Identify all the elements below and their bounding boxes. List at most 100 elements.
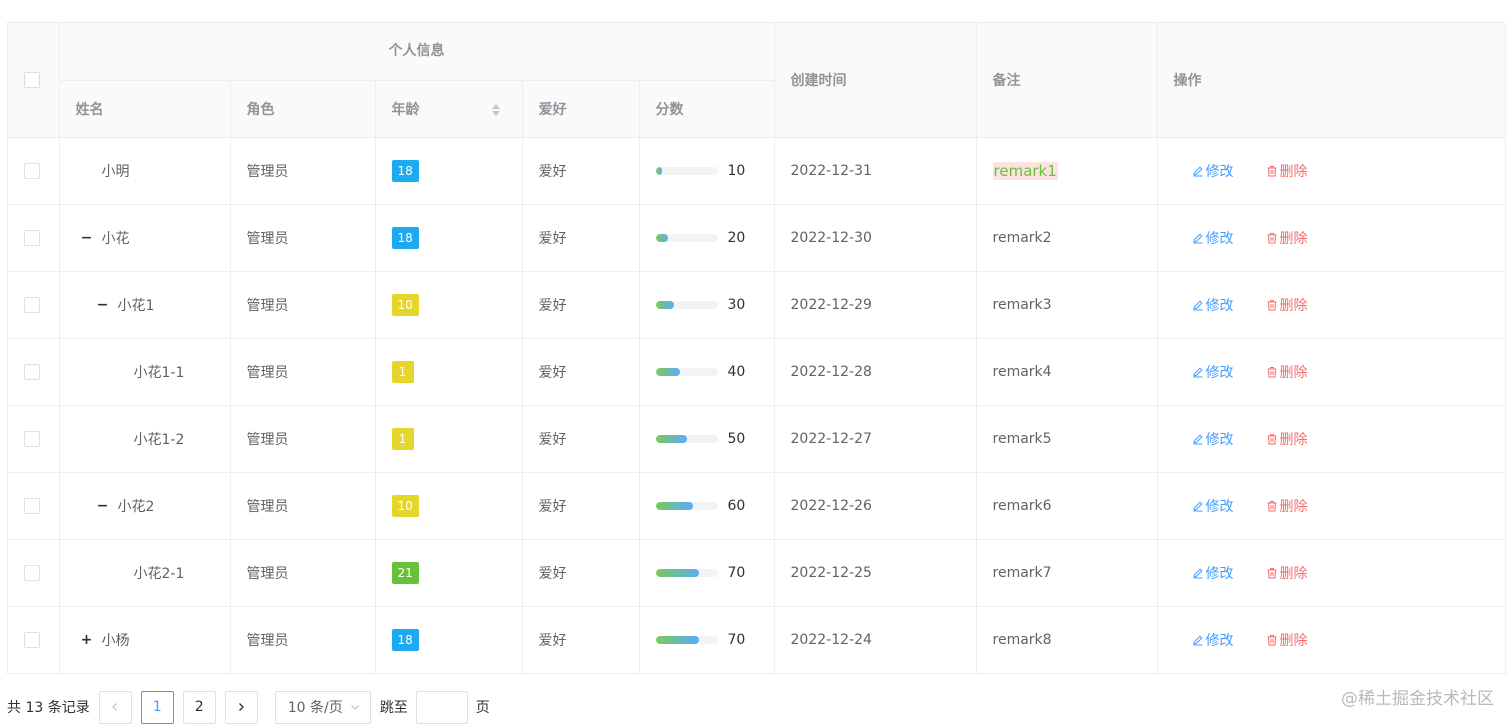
expand-icon[interactable]: + <box>80 632 94 648</box>
edit-button[interactable]: 修改 <box>1192 630 1234 650</box>
created-time-cell: 2022-12-30 <box>774 204 977 272</box>
delete-label: 删除 <box>1279 498 1308 515</box>
collapse-icon[interactable]: − <box>96 297 110 313</box>
row-checkbox[interactable] <box>24 296 40 313</box>
name-text: 小花1-2 <box>133 431 185 448</box>
table-row[interactable]: − 小花2 管理员 10 爱好 60 2022-12-26 remark6 修改 删除 <box>8 472 1506 540</box>
row-checkbox[interactable] <box>24 430 40 447</box>
age-cell: 1 <box>375 405 523 473</box>
remark-cell: remark5 <box>976 405 1158 473</box>
delete-button[interactable]: 删除 <box>1266 496 1308 516</box>
edit-button[interactable]: 修改 <box>1192 161 1234 181</box>
hobby-cell: 爱好 <box>522 271 640 339</box>
edit-button[interactable]: 修改 <box>1192 429 1234 449</box>
row-checkbox[interactable] <box>24 564 40 581</box>
delete-label: 删除 <box>1279 565 1308 582</box>
header-remark: 备注 <box>976 23 1158 138</box>
header-age-label: 年龄 <box>391 101 420 118</box>
header-group-personal-info: 个人信息 <box>59 23 775 81</box>
score-progress-fill <box>655 233 668 242</box>
name-cell: 小花1-1 <box>59 338 231 406</box>
next-page-button[interactable] <box>224 690 258 724</box>
sort-caret-icon[interactable] <box>491 103 500 116</box>
remark-text: remark2 <box>992 229 1052 246</box>
score-progress-fill <box>655 166 662 175</box>
header-select-all[interactable] <box>8 23 60 138</box>
prev-page-button[interactable] <box>98 690 132 724</box>
edit-button[interactable]: 修改 <box>1192 362 1234 382</box>
remark-text: remark1 <box>992 161 1058 180</box>
row-checkbox[interactable] <box>24 162 40 179</box>
delete-label: 删除 <box>1279 632 1308 649</box>
remark-cell: remark6 <box>976 472 1158 540</box>
delete-label: 删除 <box>1279 230 1308 247</box>
row-checkbox[interactable] <box>24 229 40 246</box>
remark-text: remark8 <box>992 631 1052 648</box>
hobby-cell: 爱好 <box>522 472 640 540</box>
row-select-cell <box>8 472 60 540</box>
score-progress-fill <box>655 300 675 309</box>
table-row[interactable]: 小花1-2 管理员 1 爱好 50 2022-12-27 remark5 修改 删除 <box>8 405 1506 473</box>
delete-button[interactable]: 删除 <box>1266 362 1308 382</box>
delete-button[interactable]: 删除 <box>1266 429 1308 449</box>
trash-icon <box>1267 500 1277 511</box>
table-header: 个人信息 创建时间 备注 操作 姓名 角色 年龄 爱好 分数 <box>8 23 1506 138</box>
edit-label: 修改 <box>1205 230 1234 247</box>
created-time-cell: 2022-12-29 <box>774 271 977 339</box>
table-row[interactable]: − 小花1 管理员 10 爱好 30 2022-12-29 remark3 修改 删除 <box>8 271 1506 339</box>
age-tag: 18 <box>391 226 419 249</box>
header-age[interactable]: 年龄 <box>375 80 523 138</box>
page-2-button[interactable]: 2 <box>182 690 216 724</box>
age-tag: 18 <box>391 628 419 651</box>
row-checkbox[interactable] <box>24 497 40 514</box>
age-cell: 1 <box>375 338 523 406</box>
edit-button[interactable]: 修改 <box>1192 563 1234 583</box>
name-text: 小明 <box>101 163 130 180</box>
jump-suffix: 页 <box>475 700 490 716</box>
edit-button[interactable]: 修改 <box>1192 496 1234 516</box>
age-cell: 21 <box>375 539 523 607</box>
created-time-cell: 2022-12-31 <box>774 137 977 205</box>
edit-button[interactable]: 修改 <box>1192 295 1234 315</box>
remark-cell: remark7 <box>976 539 1158 607</box>
age-tag: 1 <box>391 360 414 383</box>
row-checkbox[interactable] <box>24 631 40 648</box>
delete-button[interactable]: 删除 <box>1266 228 1308 248</box>
hobby-cell: 爱好 <box>522 338 640 406</box>
table-row[interactable]: 小花2-1 管理员 21 爱好 70 2022-12-25 remark7 修改 删除 <box>8 539 1506 607</box>
edit-icon <box>1192 500 1203 511</box>
remark-cell: remark3 <box>976 271 1158 339</box>
edit-icon <box>1192 232 1203 243</box>
edit-button[interactable]: 修改 <box>1192 228 1234 248</box>
name-cell: 小明 <box>59 137 231 205</box>
score-progress-bar <box>655 434 718 443</box>
score-cell: 60 <box>639 472 775 540</box>
name-cell: 小花1-2 <box>59 405 231 473</box>
delete-button[interactable]: 删除 <box>1266 630 1308 650</box>
score-progress-bar <box>655 166 718 175</box>
select-all-checkbox[interactable] <box>24 71 40 88</box>
table-row[interactable]: + 小杨 管理员 18 爱好 70 2022-12-24 remark8 修改 删除 <box>8 606 1506 674</box>
row-checkbox[interactable] <box>24 363 40 380</box>
table-row[interactable]: 小明 管理员 18 爱好 10 2022-12-31 remark1 修改 删除 <box>8 137 1506 205</box>
delete-button[interactable]: 删除 <box>1266 563 1308 583</box>
delete-button[interactable]: 删除 <box>1266 295 1308 315</box>
remark-cell: remark1 <box>976 137 1158 205</box>
delete-button[interactable]: 删除 <box>1266 161 1308 181</box>
row-select-cell <box>8 606 60 674</box>
score-text: 40 <box>727 363 746 380</box>
collapse-icon[interactable]: − <box>80 230 94 246</box>
collapse-icon[interactable]: − <box>96 498 110 514</box>
page-1-button[interactable]: 1 <box>140 690 174 724</box>
table-row[interactable]: − 小花 管理员 18 爱好 20 2022-12-30 remark2 修改 删除 <box>8 204 1506 272</box>
edit-label: 修改 <box>1205 163 1234 180</box>
chevron-right-icon <box>239 703 245 711</box>
page-size-select[interactable]: 10 条/页 <box>274 690 371 724</box>
score-cell: 40 <box>639 338 775 406</box>
edit-label: 修改 <box>1205 297 1234 314</box>
table-row[interactable]: 小花1-1 管理员 1 爱好 40 2022-12-28 remark4 修改 删除 <box>8 338 1506 406</box>
trash-icon <box>1267 232 1277 243</box>
jump-page-input[interactable] <box>415 690 468 724</box>
row-select-cell <box>8 271 60 339</box>
hobby-cell: 爱好 <box>522 606 640 674</box>
